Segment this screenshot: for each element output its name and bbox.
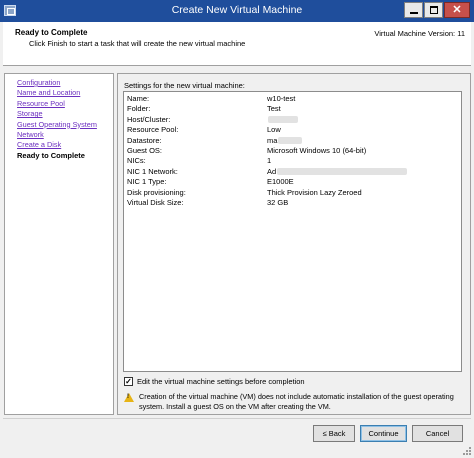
edit-settings-checkbox[interactable]: ✓ (124, 377, 133, 386)
minimize-button[interactable] (404, 2, 423, 18)
setting-key: Guest OS: (127, 145, 163, 155)
table-row: Datastore: ma (124, 136, 461, 146)
setting-value: w10-test (267, 94, 296, 103)
step-subtitle: Click Finish to start a task that will c… (29, 39, 246, 48)
table-row: Resource Pool: Low (124, 125, 461, 135)
table-row: Virtual Disk Size: 32 GB (124, 198, 461, 208)
nav-step-configuration[interactable]: Configuration (17, 78, 113, 88)
title-bar[interactable]: Create New Virtual Machine ✕ (0, 0, 474, 22)
close-icon: ✕ (452, 4, 462, 16)
setting-value: 32 GB (267, 197, 289, 207)
continue-button[interactable]: Continue (360, 425, 407, 442)
setting-key: Host/Cluster: (127, 114, 171, 124)
footer-divider (3, 418, 471, 419)
close-button[interactable]: ✕ (444, 2, 470, 18)
setting-value: Microsoft Windows 10 (64-bit) (267, 145, 367, 155)
setting-key: NIC 1 Network: (127, 166, 178, 176)
wizard-header: Ready to Complete Click Finish to start … (3, 22, 471, 66)
setting-key: Name: (127, 94, 150, 103)
setting-key: NIC 1 Type: (127, 177, 167, 187)
nav-step-storage[interactable]: Storage (17, 109, 113, 119)
setting-value: Test (267, 104, 281, 114)
setting-value: Thick Provision Lazy Zeroed (267, 187, 362, 197)
nav-step-resource-pool[interactable]: Resource Pool (17, 99, 113, 109)
table-row: Guest OS: Microsoft Windows 10 (64-bit) (124, 146, 461, 156)
setting-value: Ad (267, 166, 277, 176)
redacted-value (268, 116, 298, 124)
window-title: Create New Virtual Machine (171, 4, 303, 16)
table-row: NICs: 1 (124, 156, 461, 166)
nav-step-guest-os[interactable]: Guest Operating System (17, 120, 113, 130)
main-panel: Settings for the new virtual machine: Na… (117, 73, 471, 415)
setting-key: Datastore: (127, 135, 162, 145)
table-row: NIC 1 Network: Ad (124, 167, 461, 177)
create-vm-window: Create New Virtual Machine ✕ Ready to Co… (0, 0, 474, 458)
cancel-button[interactable]: Cancel (412, 425, 463, 442)
warning-icon (124, 393, 134, 402)
edit-settings-label[interactable]: Edit the virtual machine settings before… (137, 376, 305, 387)
step-title: Ready to Complete (15, 28, 88, 37)
nav-step-ready-to-complete: Ready to Complete (17, 150, 85, 160)
settings-summary-table: Name: w10-test Folder: Test Host/Cluster… (123, 91, 462, 372)
resize-grip[interactable] (462, 446, 472, 456)
table-row: Disk provisioning: Thick Provision Lazy … (124, 188, 461, 198)
setting-value: E1000E (267, 177, 294, 187)
minimize-icon (410, 12, 418, 14)
redacted-value (278, 137, 303, 145)
nav-step-create-disk[interactable]: Create a Disk (17, 140, 113, 150)
maximize-icon (430, 6, 438, 14)
settings-title: Settings for the new virtual machine: (124, 81, 245, 90)
setting-key: NICs: (127, 156, 146, 166)
maximize-button[interactable] (424, 2, 443, 18)
setting-value: Low (267, 125, 281, 135)
nav-step-name-and-location[interactable]: Name and Location (17, 88, 113, 98)
setting-key: Folder: (127, 104, 151, 114)
setting-key: Disk provisioning: (127, 187, 186, 197)
setting-key: Virtual Disk Size: (127, 197, 184, 207)
redacted-value (277, 168, 408, 176)
setting-value: ma (267, 135, 278, 145)
back-button[interactable]: ≤ Back (313, 425, 355, 442)
table-row: Folder: Test (124, 104, 461, 114)
setting-key: Resource Pool: (127, 125, 179, 135)
table-row: Host/Cluster: (124, 115, 461, 125)
table-row: Name: w10-test (124, 94, 461, 104)
nav-step-network[interactable]: Network (17, 130, 113, 140)
table-row: NIC 1 Type: E1000E (124, 177, 461, 187)
warning-text: Creation of the virtual machine (VM) doe… (139, 392, 454, 411)
vm-version-label: Virtual Machine Version: 11 (374, 29, 465, 38)
wizard-steps-nav: Configuration Name and Location Resource… (4, 73, 114, 415)
setting-value: 1 (267, 156, 272, 166)
